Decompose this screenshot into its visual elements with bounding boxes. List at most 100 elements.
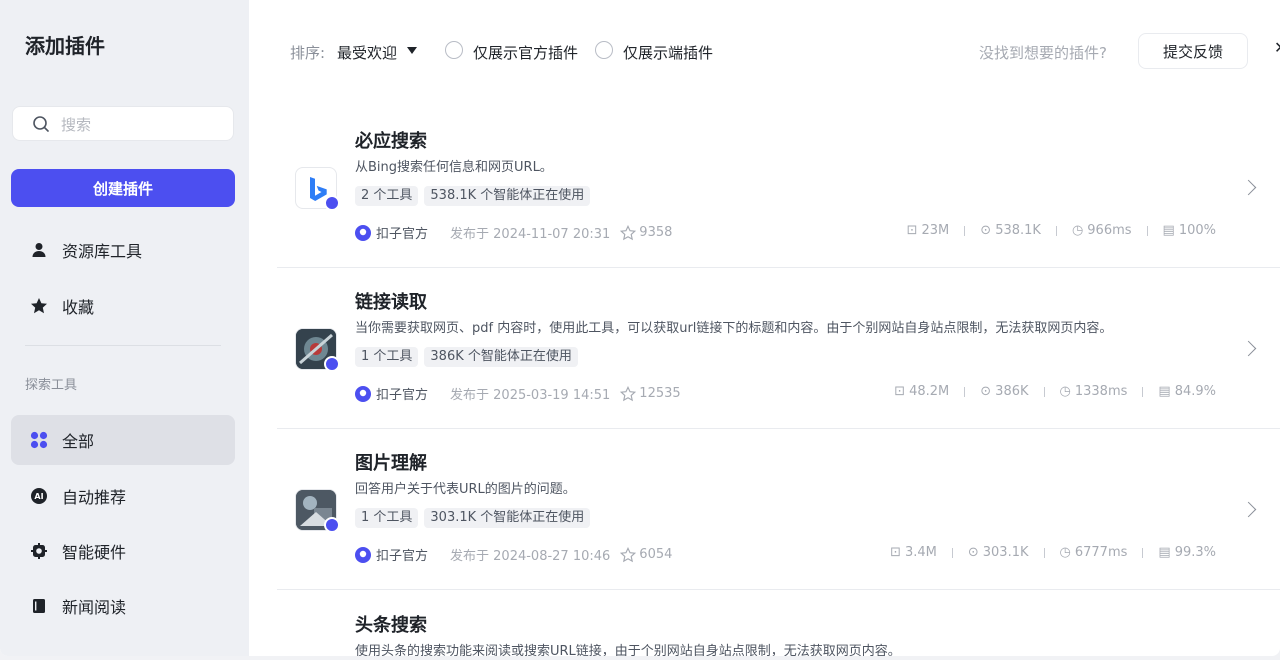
search-icon — [33, 116, 49, 132]
star-count: 6054 — [620, 546, 672, 563]
official-only-label[interactable]: 仅展示官方插件 — [473, 42, 578, 63]
sidebar-item-auto-recommend[interactable]: AI 自动推荐 — [11, 471, 235, 521]
toolbar: 排序: 最受欢迎 仅展示官方插件 仅展示端插件 没找到想要的插件? 提交反馈 ✕ — [249, 0, 1280, 100]
sidebar-item-label: 智能硬件 — [62, 543, 127, 562]
official-badge-icon — [324, 356, 340, 372]
bot-count-value: 386K — [995, 384, 1029, 399]
coze-logo-icon — [355, 546, 371, 563]
plugin-card[interactable]: 图片理解 回答用户关于代表URL的图片的问题。 1 个工具 303.1K 个智能… — [277, 429, 1280, 590]
success-rate: ▤ 84.9% — [1158, 384, 1216, 399]
section-label: 探索工具 — [25, 378, 78, 393]
plugin-meta: 扣子官方 发布于 2024-11-07 20:31 9358 — [355, 223, 672, 242]
close-icon[interactable]: ✕ — [1274, 38, 1280, 57]
chevron-right-icon[interactable] — [1240, 179, 1257, 196]
sidebar-item-all[interactable]: 全部 — [11, 415, 235, 465]
coze-logo-icon — [355, 224, 371, 241]
plugin-name: 链接读取 — [355, 292, 427, 313]
plugin-card[interactable]: 链接读取 当你需要获取网页、pdf 内容时，使用此工具，可以获取url链接下的标… — [277, 268, 1280, 429]
plugin-description: 回答用户关于代表URL的图片的问题。 — [355, 482, 576, 497]
bot-count: ⊙ 386K — [980, 384, 1028, 399]
star-count: 12535 — [620, 385, 681, 402]
star-outline-icon — [620, 546, 637, 562]
sidebar-divider — [25, 345, 221, 346]
user-icon — [30, 241, 48, 259]
sidebar-item-smart-hardware[interactable]: 智能硬件 — [11, 526, 235, 576]
book-icon — [30, 597, 48, 615]
clock-icon: ◷ — [1059, 545, 1071, 560]
plugin-name: 图片理解 — [355, 453, 427, 474]
robot-icon: ⊡ — [890, 545, 901, 560]
add-plugin-dialog: 添加插件 创建插件 资源库工具 收藏 探索工具 — [0, 0, 1280, 656]
call-count: ⊡ 23M — [907, 223, 950, 238]
search-box[interactable] — [12, 106, 234, 141]
coze-logo-icon — [355, 385, 371, 402]
client-only-radio[interactable] — [595, 41, 613, 59]
feedback-button[interactable]: 提交反馈 — [1138, 33, 1248, 69]
sidebar-item-label: 资源库工具 — [62, 242, 143, 261]
robot-icon: ⊡ — [894, 384, 906, 399]
plugin-card[interactable]: 必应搜索 从Bing搜索任何信息和网页URL。 2 个工具 538.1K 个智能… — [277, 107, 1280, 268]
not-found-text: 没找到想要的插件? — [979, 44, 1107, 62]
official-only-radio[interactable] — [445, 41, 463, 59]
sidebar-item-label: 收藏 — [62, 298, 95, 317]
create-plugin-button[interactable]: 创建插件 — [11, 169, 235, 207]
sidebar-item-news-reading[interactable]: 新闻阅读 — [11, 581, 235, 631]
latency-value: 6777ms — [1074, 545, 1128, 560]
star-outline-icon — [620, 385, 637, 401]
plugin-org: 扣子官方 — [376, 227, 429, 242]
tool-count-tag: 1 个工具 — [355, 508, 419, 528]
plugin-card[interactable]: 头条搜索 使用头条的搜索功能来阅读或搜索URL链接，由于个别网站自身站点限制，无… — [277, 590, 1280, 656]
publish-date: 发布于 2025-03-19 14:51 — [450, 388, 611, 403]
chevron-right-icon[interactable] — [1240, 340, 1257, 357]
sidebar-item-label: 全部 — [62, 432, 95, 451]
call-count: ⊡ 48.2M — [894, 384, 949, 399]
plugin-stats: ⊡ 3.4M ⊙ 303.1K ◷ 6777ms ▤ 99.3% — [890, 545, 1216, 560]
star-count: 9358 — [620, 224, 673, 241]
plugin-stats: ⊡ 48.2M ⊙ 386K ◷ 1338ms ▤ 84.9% — [894, 384, 1216, 399]
caret-down-icon[interactable] — [407, 47, 417, 54]
star-outline-icon — [620, 224, 637, 240]
publish-date: 发布于 2024-11-07 20:31 — [450, 227, 611, 242]
sidebar-item-favorites[interactable]: 收藏 — [11, 281, 235, 331]
latency-value: 1338ms — [1074, 384, 1128, 399]
sort-dropdown[interactable]: 最受欢迎 — [337, 42, 397, 63]
sidebar-item-label: 自动推荐 — [62, 488, 127, 507]
success-rate-value: 99.3% — [1174, 545, 1216, 560]
usage-tag: 386K 个智能体正在使用 — [424, 347, 578, 367]
plugin-meta: 扣子官方 发布于 2024-08-27 10:46 6054 — [355, 545, 672, 564]
plugin-description: 当你需要获取网页、pdf 内容时，使用此工具，可以获取url链接下的标题和内容。… — [355, 321, 1113, 336]
plugin-stats: ⊡ 23M ⊙ 538.1K ◷ 966ms ▤ 100% — [907, 223, 1216, 238]
clock-icon: ◷ — [1071, 223, 1084, 238]
star-count-value: 9358 — [639, 225, 673, 240]
message-icon: ▤ — [1162, 223, 1175, 238]
message-icon: ▤ — [1158, 545, 1171, 560]
latency: ◷ 966ms — [1072, 223, 1132, 238]
plugin-meta: 扣子官方 发布于 2025-03-19 14:51 12535 — [355, 384, 681, 403]
publish-date: 发布于 2024-08-27 10:46 — [450, 549, 611, 564]
robot-icon: ⊡ — [906, 223, 918, 238]
ai-icon: AI — [30, 487, 48, 505]
bot-count: ⊙ 303.1K — [968, 545, 1029, 560]
star-icon — [30, 297, 48, 315]
chevron-right-icon[interactable] — [1240, 501, 1257, 518]
plugin-description: 从Bing搜索任何信息和网页URL。 — [355, 160, 553, 175]
success-rate-value: 100% — [1178, 223, 1216, 238]
bot-icon: ⊙ — [980, 223, 992, 238]
success-rate: ▤ 99.3% — [1158, 545, 1216, 560]
plugin-tags: 1 个工具 303.1K 个智能体正在使用 — [355, 508, 591, 528]
sidebar-item-library-tools[interactable]: 资源库工具 — [11, 225, 235, 275]
latency-value: 966ms — [1087, 223, 1132, 238]
call-count: ⊡ 3.4M — [890, 545, 937, 560]
sidebar-item-label: 新闻阅读 — [62, 598, 127, 617]
call-count-value: 3.4M — [904, 545, 937, 560]
latency: ◷ 6777ms — [1060, 545, 1128, 560]
call-count-value: 48.2M — [909, 384, 950, 399]
usage-tag: 303.1K 个智能体正在使用 — [424, 508, 591, 528]
bot-icon: ⊙ — [967, 545, 979, 560]
star-count-value: 12535 — [639, 386, 681, 401]
search-input[interactable] — [59, 113, 223, 137]
bot-count-value: 538.1K — [995, 223, 1041, 238]
plugin-org: 扣子官方 — [376, 549, 429, 564]
client-only-label[interactable]: 仅展示端插件 — [623, 42, 713, 63]
clock-icon: ◷ — [1059, 384, 1071, 399]
